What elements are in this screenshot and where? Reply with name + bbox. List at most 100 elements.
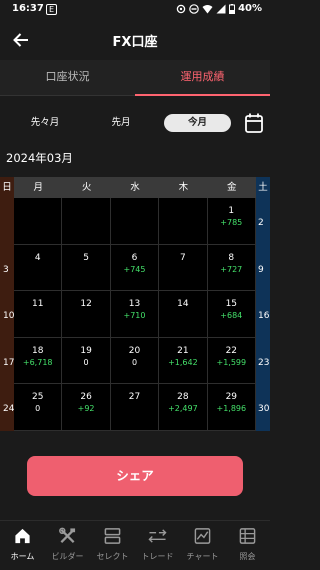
trade-icon (148, 529, 167, 543)
day-profit: +2,497 (168, 404, 198, 414)
calendar-day-cell (62, 198, 111, 245)
day-number: 25 (31, 392, 44, 403)
calendar-grid: 日月火水木金土 2 1 +785 3 9 4 5 6 +745 7 8 +727 10 16 11 12 13 +7… (0, 177, 270, 431)
sunday-date: 3 (3, 264, 9, 275)
day-number: 5 (83, 252, 89, 263)
nav-item-label: ホーム (10, 552, 35, 561)
day-profit: 0 (35, 404, 41, 414)
day-number: 15 (225, 299, 238, 310)
calendar-day-cell[interactable]: 5 (62, 244, 111, 292)
weekday-header: 木 (159, 177, 208, 198)
calendar-day-cell (110, 198, 160, 245)
tab-account-status[interactable]: 口座状況 (0, 60, 135, 96)
calendar-day-cell[interactable]: 18 +6,718 (14, 337, 63, 385)
day-profit: +710 (123, 311, 146, 321)
status-time: 16:37 (12, 3, 44, 14)
saturday-date: 2 (258, 218, 264, 228)
day-profit: 0 (131, 357, 138, 367)
day-profit: +92 (77, 404, 95, 414)
calendar-day-cell[interactable]: 29 +1,896 (207, 384, 256, 431)
weekday-header: 日 (0, 177, 14, 198)
nav-item-label: ビルダー (51, 552, 84, 561)
nav-item-select[interactable]: セレクト (90, 521, 135, 570)
day-number: 7 (180, 252, 186, 263)
calendar-day-cell (159, 198, 208, 245)
weekday-header: 月 (14, 177, 63, 198)
weekday-header: 水 (110, 177, 160, 198)
sunday-date: 10 (3, 311, 15, 322)
calendar-day-cell[interactable]: 11 (14, 291, 63, 338)
notification-badge: E (46, 4, 57, 15)
calendar-day-cell[interactable]: 6 +745 (110, 244, 160, 292)
nav-item-label: トレード (141, 552, 174, 561)
nav-item-inquiry[interactable]: 照会 (225, 521, 270, 570)
nav-item-trade[interactable]: トレード (135, 521, 180, 570)
nav-item-label: チャート (186, 552, 219, 561)
day-number: 26 (80, 392, 92, 403)
day-number: 8 (228, 252, 235, 263)
weekday-header: 火 (62, 177, 111, 198)
day-number: 14 (177, 299, 189, 310)
page-title: FX口座 (112, 35, 158, 50)
day-number: 27 (128, 392, 141, 403)
saturday-date: 30 (258, 404, 270, 415)
day-number: 21 (177, 345, 189, 356)
calendar-day-cell[interactable]: 8 +727 (207, 244, 256, 292)
calendar-day-cell[interactable]: 19 0 (62, 337, 111, 385)
saturday-date: 23 (258, 357, 270, 368)
signal-icon (216, 4, 226, 13)
day-number: 20 (128, 345, 141, 356)
chart-icon (194, 528, 211, 544)
calendar-day-cell (14, 198, 63, 245)
day-number: 11 (31, 299, 44, 310)
calendar-day-cell[interactable]: 26 +92 (62, 384, 111, 431)
nav-item-chart[interactable]: チャート (180, 521, 225, 570)
day-number: 29 (225, 392, 238, 403)
calendar-day-cell[interactable]: 22 +1,599 (207, 337, 256, 385)
calendar-day-cell[interactable]: 15 +684 (207, 291, 256, 338)
day-number: 12 (80, 299, 92, 310)
last-month-button[interactable]: 先月 (98, 114, 144, 132)
this-month-button[interactable]: 今月 (164, 114, 231, 132)
calendar-day-cell[interactable]: 1 +785 (207, 198, 256, 245)
day-profit: +1,599 (216, 357, 247, 367)
calendar-day-cell[interactable]: 25 0 (14, 384, 63, 431)
sync-icon (176, 4, 186, 13)
calendar-day-cell[interactable]: 4 (14, 244, 63, 292)
day-number: 22 (225, 345, 238, 356)
sunday-date: 17 (3, 357, 15, 368)
calendar-day-cell[interactable]: 14 (159, 291, 208, 338)
day-number: 13 (128, 299, 141, 310)
two-months-ago-button[interactable]: 先々月 (22, 114, 68, 132)
nav-item-home[interactable]: ホーム (0, 521, 45, 570)
saturday-date: 16 (258, 311, 270, 322)
share-button[interactable]: シェア (27, 456, 243, 496)
select-icon (104, 528, 121, 544)
saturday-date: 9 (258, 264, 264, 275)
calendar-day-cell[interactable]: 21 +1,642 (159, 337, 208, 385)
calendar-day-cell[interactable]: 28 +2,497 (159, 384, 208, 431)
weekday-header: 土 (256, 177, 270, 198)
calendar-icon[interactable] (244, 112, 264, 134)
calendar-day-cell[interactable]: 7 (159, 244, 208, 292)
day-profit: +727 (220, 264, 243, 274)
calendar-day-cell[interactable]: 12 (62, 291, 111, 338)
active-tab-indicator (135, 94, 270, 96)
nav-item-tools[interactable]: ビルダー (45, 521, 90, 570)
wifi-icon (202, 4, 213, 13)
calendar-day-cell[interactable]: 27 (110, 384, 160, 431)
month-label: 2024年03月 (6, 151, 73, 165)
nav-item-label: セレクト (96, 552, 129, 561)
day-number: 1 (228, 206, 235, 216)
battery-level: 40% (238, 3, 262, 14)
tab-performance[interactable]: 運用成績 (135, 60, 270, 96)
nav-item-label: 照会 (239, 552, 256, 561)
calendar-day-cell[interactable]: 13 +710 (110, 291, 160, 338)
calendar-day-cell[interactable]: 20 0 (110, 337, 160, 385)
inquiry-icon (239, 528, 256, 544)
day-number: 28 (177, 392, 189, 403)
day-number: 19 (80, 345, 92, 356)
home-icon (15, 528, 30, 544)
weekday-header: 金 (207, 177, 256, 198)
day-profit: +745 (123, 264, 146, 274)
